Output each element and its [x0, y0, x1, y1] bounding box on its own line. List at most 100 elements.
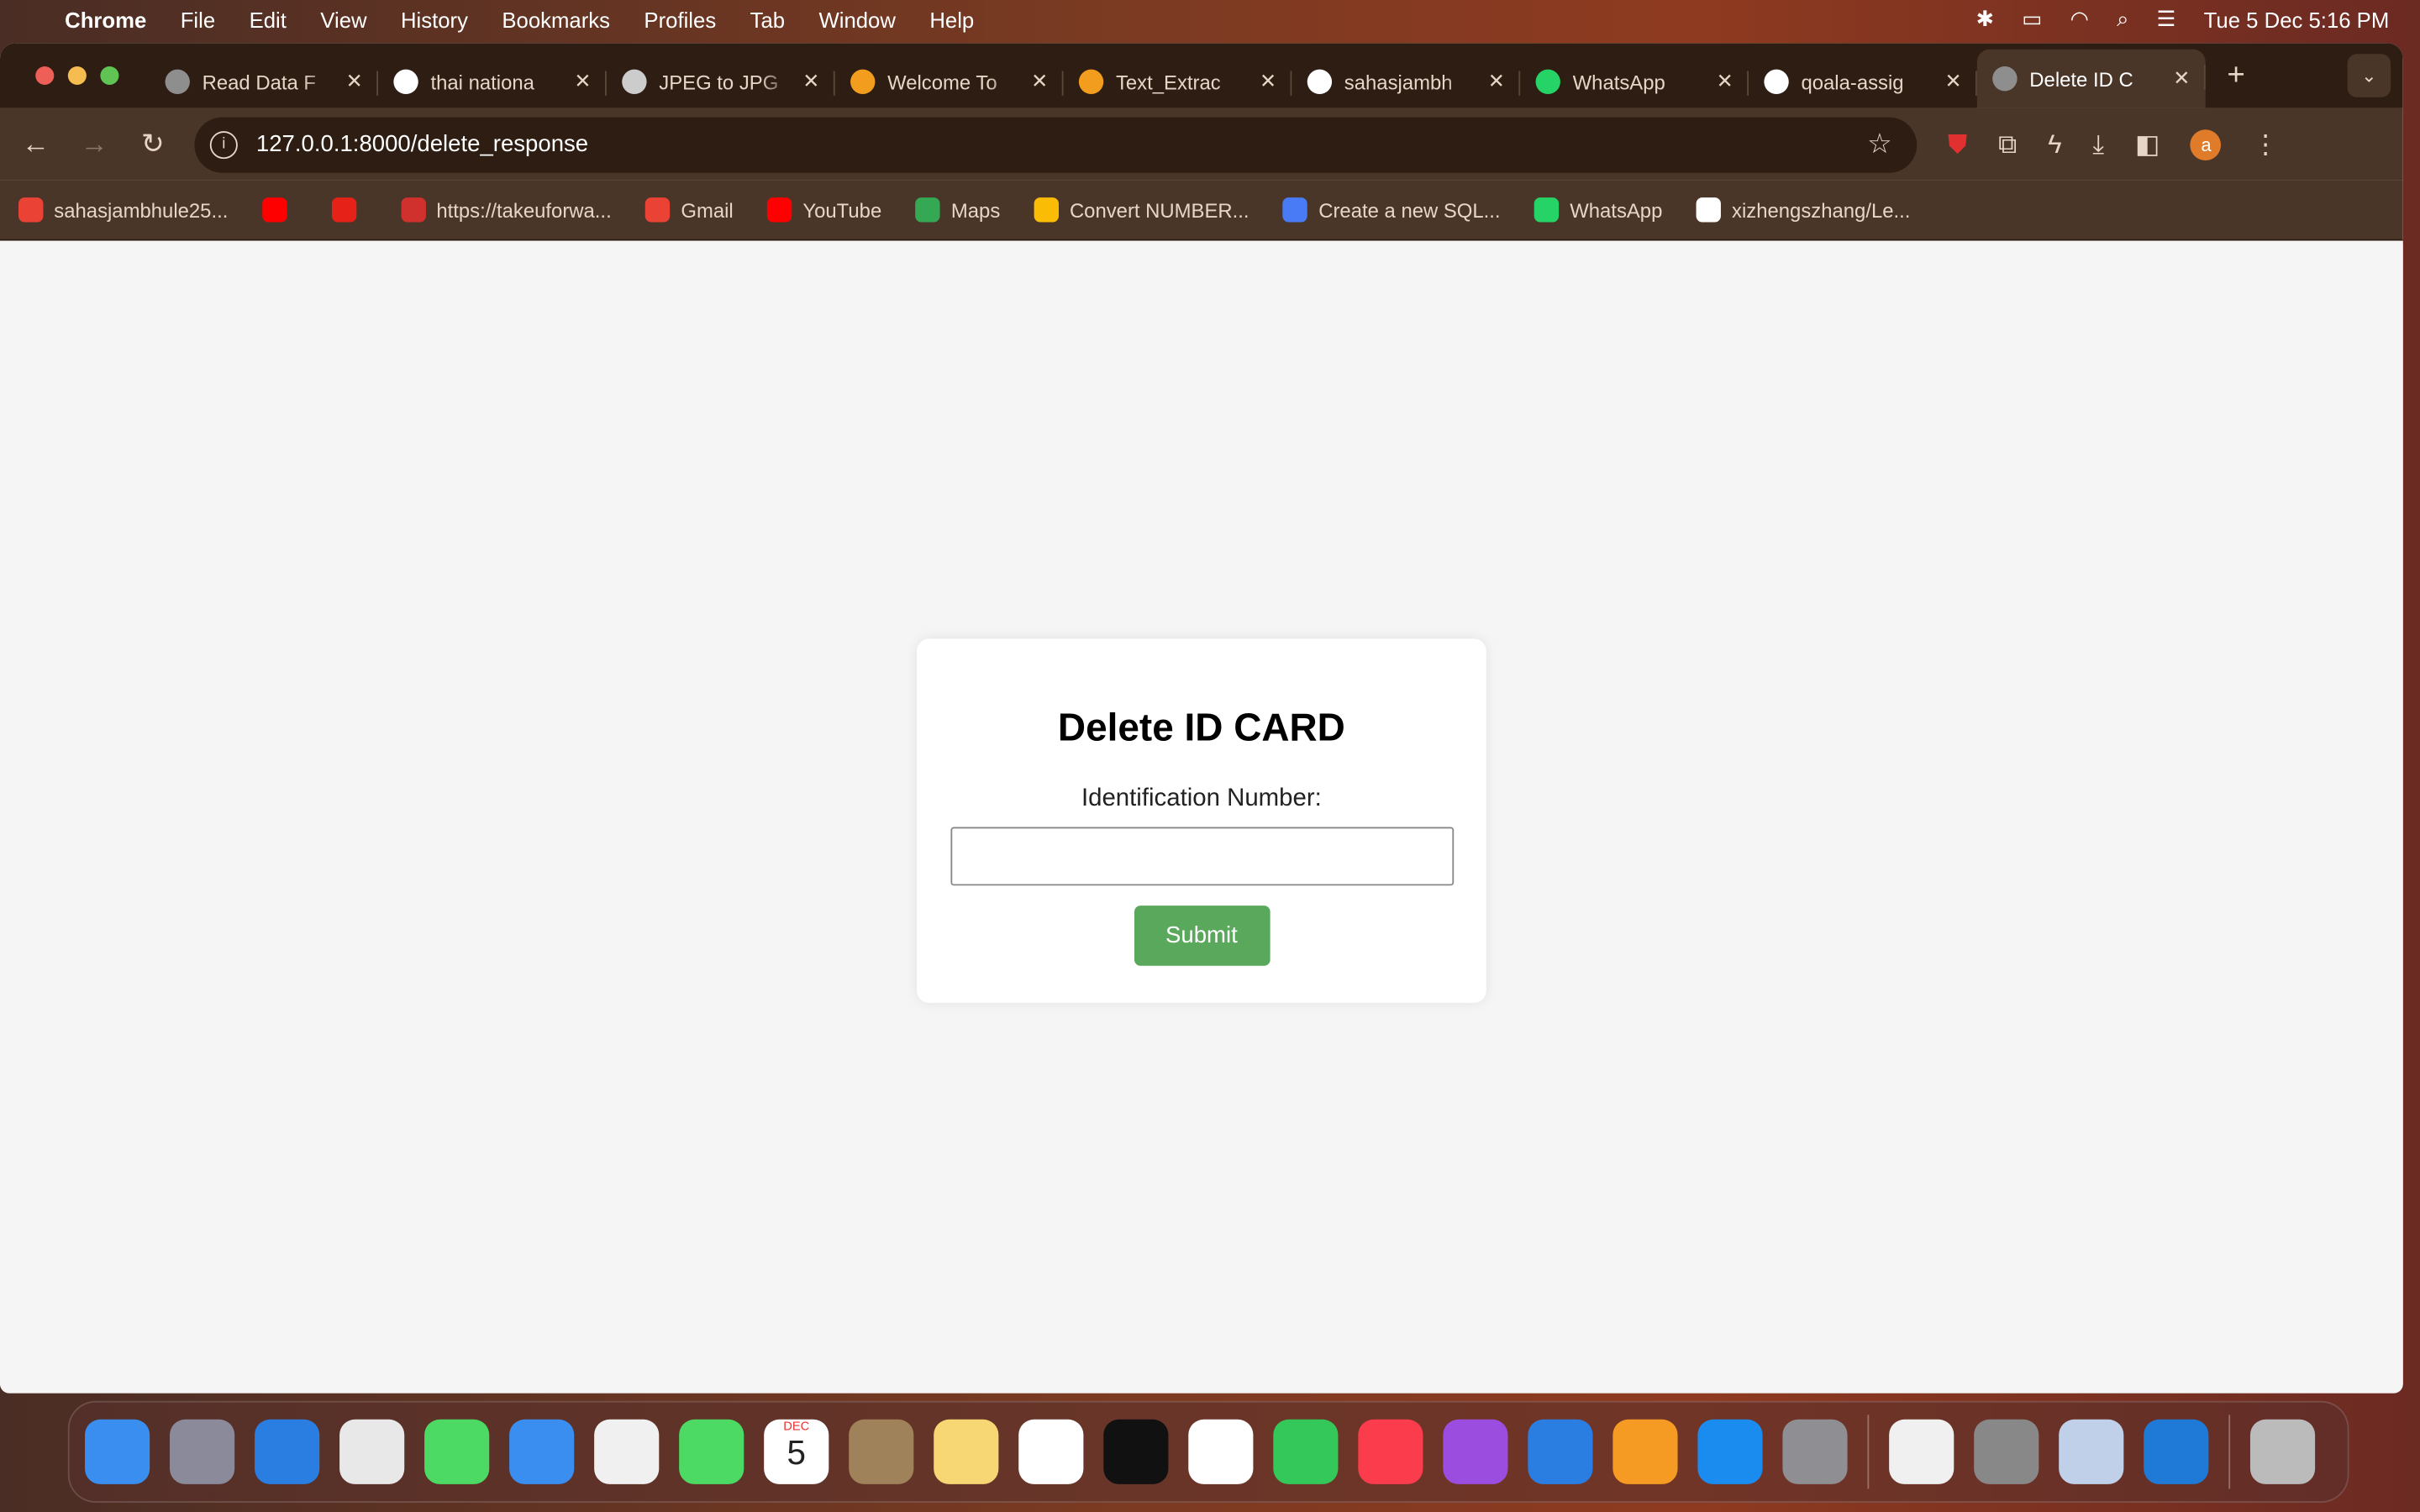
- profile-avatar[interactable]: a: [2191, 129, 2222, 160]
- close-tab-icon[interactable]: ✕: [2173, 66, 2190, 91]
- dock-photos-icon[interactable]: [594, 1419, 660, 1484]
- menu-view[interactable]: View: [320, 7, 366, 31]
- close-tab-icon[interactable]: ✕: [346, 70, 363, 94]
- dock-trash-icon[interactable]: [2249, 1419, 2316, 1484]
- dock-database-icon[interactable]: [1974, 1419, 2039, 1484]
- extensions-puzzle-icon[interactable]: ⧉: [1998, 129, 2017, 160]
- menu-tab[interactable]: Tab: [750, 7, 785, 31]
- menu-app[interactable]: Chrome: [65, 7, 146, 31]
- close-tab-icon[interactable]: ✕: [1488, 70, 1505, 94]
- dock-messages-icon[interactable]: [424, 1419, 490, 1484]
- download-icon[interactable]: ⤓: [2092, 129, 2104, 160]
- bookmark-item[interactable]: xizhengszhang/Le...: [1696, 197, 1910, 223]
- dock-chrome-icon[interactable]: [339, 1419, 405, 1484]
- dock-finder-icon[interactable]: [85, 1419, 150, 1484]
- github-icon: [1764, 69, 1789, 95]
- close-tab-icon[interactable]: ✕: [1260, 70, 1276, 94]
- menu-edit[interactable]: Edit: [250, 7, 287, 31]
- menu-file[interactable]: File: [181, 7, 215, 31]
- bookmark-favicon-icon: [1696, 197, 1722, 223]
- forward-button[interactable]: →: [65, 128, 124, 160]
- bookmark-item[interactable]: Maps: [915, 197, 1000, 223]
- close-tab-icon[interactable]: ✕: [1944, 70, 1961, 94]
- site-info-icon[interactable]: i: [209, 130, 238, 159]
- dock-safari-icon[interactable]: [255, 1419, 320, 1484]
- globe-icon: [1992, 66, 2018, 92]
- dock-system-settings-icon[interactable]: [1782, 1419, 1848, 1484]
- dock-freeform-icon[interactable]: [1018, 1419, 1084, 1484]
- maximize-window-button[interactable]: [100, 66, 119, 86]
- dock-calendar-icon[interactable]: DEC 5: [764, 1419, 829, 1484]
- dock-numbers-icon[interactable]: [1273, 1419, 1339, 1484]
- dock-app-store-icon[interactable]: [1697, 1419, 1763, 1484]
- bookmark-label: Create a new SQL...: [1318, 198, 1501, 222]
- menu-history[interactable]: History: [401, 7, 468, 31]
- performance-icon[interactable]: ϟ: [2048, 129, 2062, 160]
- bookmark-item[interactable]: Convert NUMBER...: [1034, 197, 1249, 223]
- bookmark-star-icon[interactable]: ☆: [1867, 128, 1892, 160]
- reload-button[interactable]: ↻: [124, 128, 182, 160]
- close-window-button[interactable]: [35, 66, 55, 86]
- dock-facetime-icon[interactable]: [679, 1419, 744, 1484]
- bookmark-item[interactable]: YouTube: [767, 197, 881, 223]
- close-tab-icon[interactable]: ✕: [1031, 70, 1048, 94]
- tab-4[interactable]: Text_Extrac ✕: [1064, 55, 1292, 108]
- bookmark-item[interactable]: https://takeuforwa...: [401, 197, 612, 223]
- bookmark-item[interactable]: WhatsApp: [1534, 197, 1662, 223]
- more-menu-icon[interactable]: ⋮: [2253, 129, 2279, 160]
- menu-window[interactable]: Window: [818, 7, 895, 31]
- menu-bookmarks[interactable]: Bookmarks: [502, 7, 610, 31]
- close-tab-icon[interactable]: ✕: [574, 70, 591, 94]
- menu-help[interactable]: Help: [929, 7, 974, 31]
- tab-8[interactable]: Delete ID C ✕: [1976, 49, 2206, 108]
- dock-settings-utility-icon[interactable]: [2059, 1419, 2124, 1484]
- address-bar[interactable]: i 127.0.0.1:8000/delete_response ☆: [194, 116, 1918, 172]
- id-number-input[interactable]: [950, 827, 1454, 886]
- tab-5[interactable]: sahasjambh ✕: [1292, 55, 1521, 108]
- close-tab-icon[interactable]: ✕: [1717, 70, 1733, 94]
- dock-music-icon[interactable]: [1358, 1419, 1423, 1484]
- minimize-window-button[interactable]: [67, 66, 87, 86]
- toolbar: ← → ↻ i 127.0.0.1:8000/delete_response ☆…: [0, 108, 2403, 181]
- dock-python-icon[interactable]: [1889, 1419, 1954, 1484]
- tab-search-chevron-icon[interactable]: ⌄: [2347, 54, 2391, 97]
- cloud-icon: [622, 69, 647, 95]
- bookmark-item[interactable]: Create a new SQL...: [1282, 197, 1501, 223]
- url-text[interactable]: 127.0.0.1:8000/delete_response: [256, 131, 588, 157]
- dock-notes-icon[interactable]: [934, 1419, 999, 1484]
- bookmark-item[interactable]: [261, 197, 297, 223]
- dock-mail-icon[interactable]: [509, 1419, 575, 1484]
- menu-profiles[interactable]: Profiles: [644, 7, 716, 31]
- battery-icon[interactable]: ▭: [2022, 6, 2042, 32]
- tab-1[interactable]: thai nationa ✕: [378, 55, 607, 108]
- tab-6[interactable]: WhatsApp ✕: [1520, 55, 1749, 108]
- dock-podcasts-icon[interactable]: [1443, 1419, 1508, 1484]
- spotlight-search-icon[interactable]: ⌕: [2117, 6, 2128, 32]
- bookmark-item[interactable]: sahasjambhule25...: [18, 197, 228, 223]
- dock-contacts-icon[interactable]: [849, 1419, 914, 1484]
- tab-3[interactable]: Welcome To ✕: [835, 55, 1064, 108]
- back-button[interactable]: ←: [6, 128, 65, 160]
- tab-7[interactable]: qoala-assig ✕: [1749, 55, 1977, 108]
- bookmark-item[interactable]: [331, 197, 366, 223]
- datetime[interactable]: Tue 5 Dec 5:16 PM: [2204, 7, 2390, 31]
- side-panel-icon[interactable]: ◧: [2135, 129, 2160, 160]
- submit-button[interactable]: Submit: [1134, 906, 1270, 966]
- control-center-icon[interactable]: ☰: [2157, 6, 2176, 32]
- extension-shield-icon[interactable]: ⛊: [1948, 129, 1967, 160]
- wifi-icon[interactable]: ◠: [2070, 6, 2089, 32]
- dock-pages-icon[interactable]: [1612, 1419, 1678, 1484]
- tab-2[interactable]: JPEG to JPG ✕: [607, 55, 835, 108]
- close-tab-icon[interactable]: ✕: [802, 70, 819, 94]
- bluetooth-icon[interactable]: ✱: [1976, 6, 1995, 32]
- dock-launchpad-icon[interactable]: [170, 1419, 235, 1484]
- dock-keynote-icon[interactable]: [1528, 1419, 1593, 1484]
- dock-reminders-icon[interactable]: [1188, 1419, 1254, 1484]
- dock-vs-code-icon[interactable]: [2144, 1419, 2209, 1484]
- dock-tv-icon[interactable]: [1103, 1419, 1169, 1484]
- tab-title: sahasjambh: [1344, 70, 1453, 94]
- tab-0[interactable]: Read Data F ✕: [150, 55, 378, 108]
- bookmark-item[interactable]: Gmail: [645, 197, 734, 223]
- bookmark-label: https://takeuforwa...: [436, 198, 612, 222]
- new-tab-button[interactable]: +: [2227, 58, 2244, 93]
